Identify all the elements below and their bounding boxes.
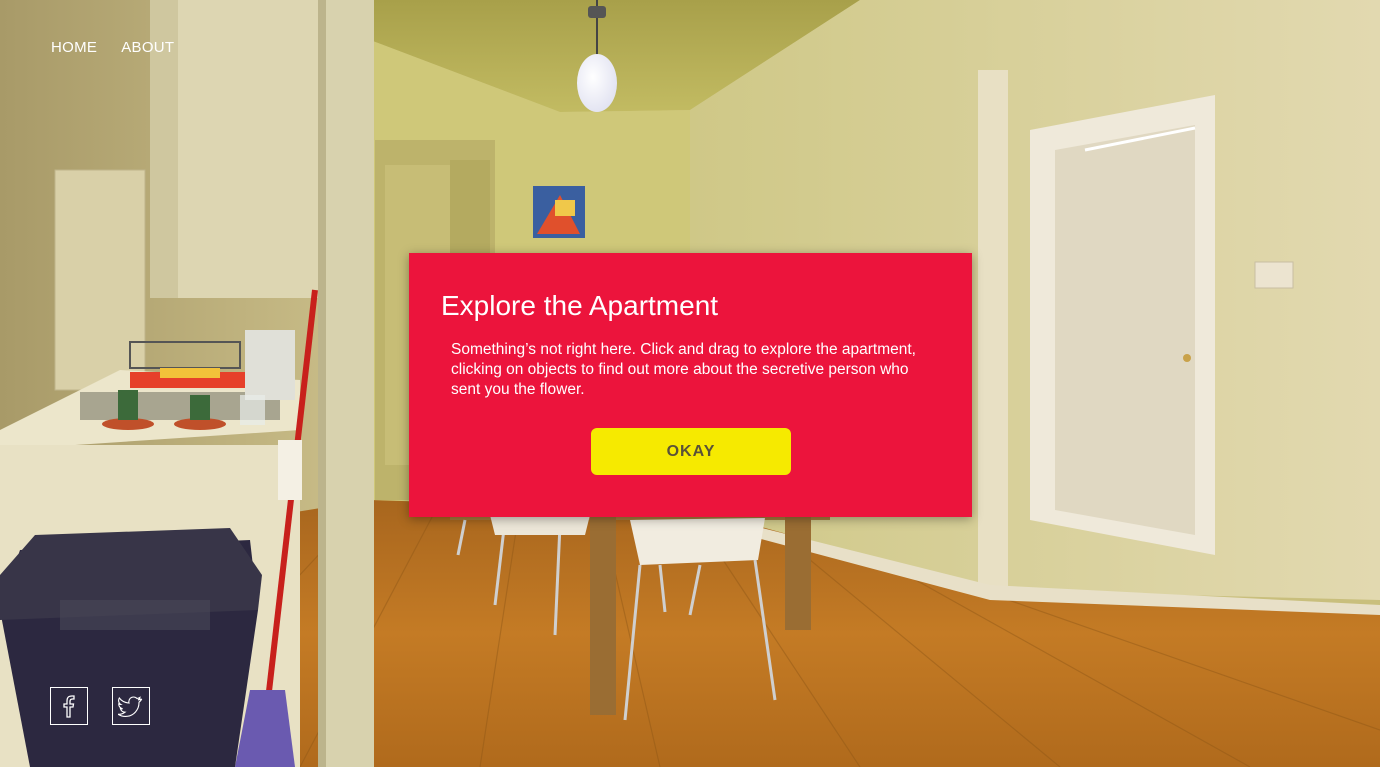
okay-button[interactable]: OKAY	[591, 428, 791, 475]
top-nav: HOME ABOUT	[51, 39, 174, 56]
social-links	[50, 687, 150, 725]
facebook-button[interactable]	[50, 687, 88, 725]
dialog-body: Something’s not right here. Click and dr…	[451, 341, 916, 398]
nav-home-link[interactable]: HOME	[51, 39, 97, 56]
nav-about-link[interactable]: ABOUT	[121, 39, 174, 56]
facebook-icon	[63, 695, 75, 718]
dialog-title: Explore the Apartment	[441, 290, 719, 321]
twitter-button[interactable]	[112, 687, 150, 725]
intro-dialog: Explore the Apartment Something’s not ri…	[409, 253, 972, 517]
twitter-icon	[118, 696, 143, 717]
